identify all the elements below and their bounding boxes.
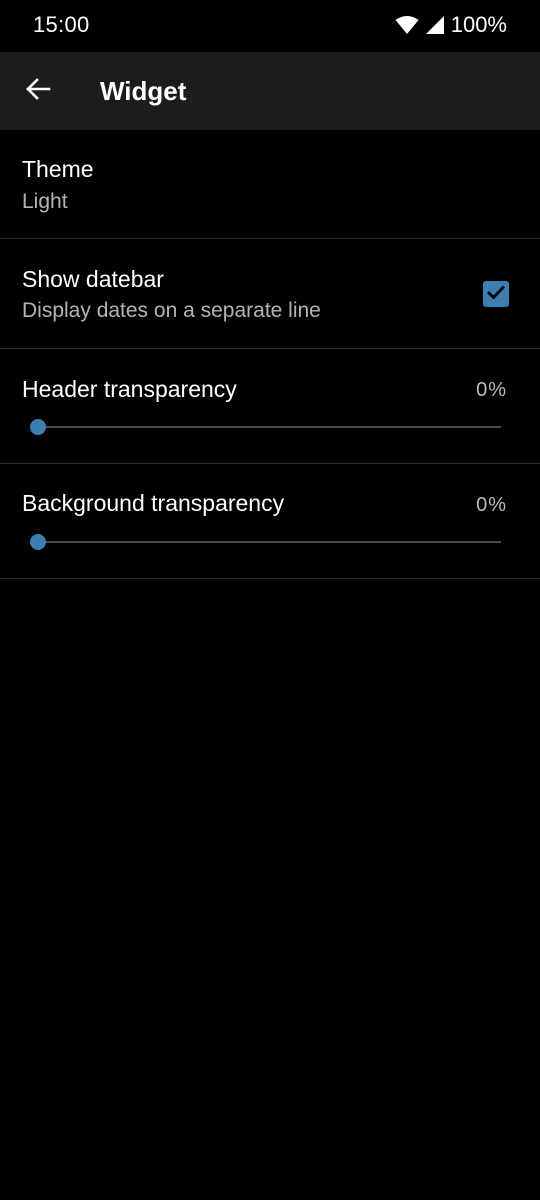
header-transparency-title: Header transparency xyxy=(22,376,237,402)
header-transparency-slider[interactable] xyxy=(30,419,501,435)
header-transparency-preference: Header transparency 0% xyxy=(0,349,540,464)
header-transparency-slider-thumb[interactable] xyxy=(30,419,46,435)
theme-title: Theme xyxy=(22,156,94,182)
background-transparency-title: Background transparency xyxy=(22,490,285,516)
header-transparency-value: 0% xyxy=(476,379,507,401)
show-datebar-checkbox[interactable] xyxy=(483,281,509,307)
check-icon xyxy=(486,284,506,305)
background-transparency-slider-thumb[interactable] xyxy=(30,534,46,550)
background-transparency-value: 0% xyxy=(476,494,507,516)
status-bar: 15:00 100% xyxy=(0,0,540,52)
background-transparency-preference: Background transparency 0% xyxy=(0,464,540,579)
background-transparency-slider[interactable] xyxy=(30,534,501,550)
status-time: 15:00 xyxy=(33,12,90,37)
cell-signal-icon xyxy=(425,15,445,35)
theme-preference[interactable]: Theme Light xyxy=(0,130,540,239)
app-bar: Widget xyxy=(0,52,540,130)
battery-level: 100% xyxy=(450,12,507,37)
theme-summary: Light xyxy=(22,190,68,213)
show-datebar-preference[interactable]: Show datebar Display dates on a separate… xyxy=(0,239,540,349)
show-datebar-title: Show datebar xyxy=(22,266,164,292)
show-datebar-summary: Display dates on a separate line xyxy=(22,299,321,322)
back-button[interactable] xyxy=(14,67,62,115)
arrow-left-icon xyxy=(25,77,51,105)
page-title: Widget xyxy=(100,76,187,106)
status-icons: 100% xyxy=(395,12,507,38)
wifi-icon xyxy=(395,15,419,35)
